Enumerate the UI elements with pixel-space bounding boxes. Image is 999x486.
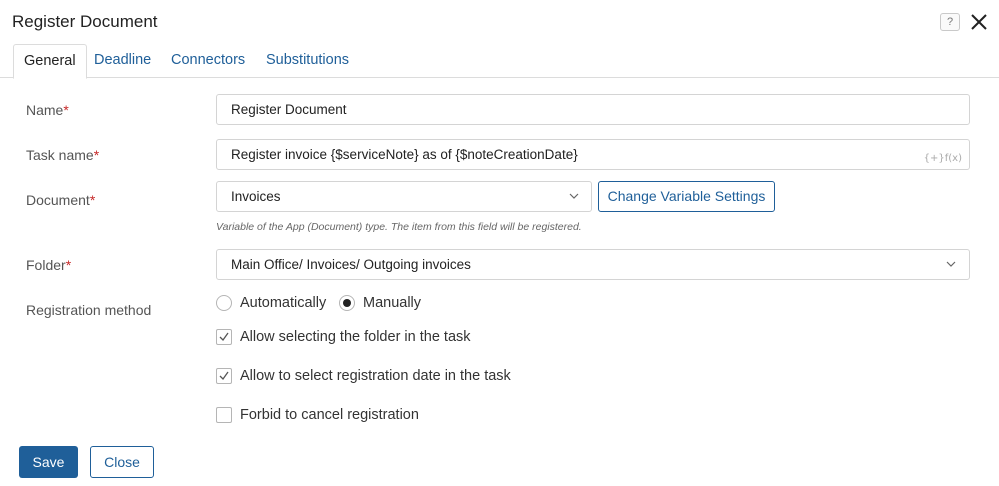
chevron-down-icon bbox=[569, 193, 579, 199]
folder-select[interactable]: Main Office/ Invoices/ Outgoing invoices bbox=[216, 249, 970, 280]
save-button[interactable]: Save bbox=[19, 446, 78, 478]
close-icon bbox=[971, 14, 987, 30]
help-icon: ? bbox=[946, 16, 954, 28]
radio-manually[interactable] bbox=[339, 295, 355, 311]
registration-method-label: Registration method bbox=[26, 302, 152, 318]
checkmark-icon bbox=[219, 332, 229, 342]
tab-substitutions[interactable]: Substitutions bbox=[256, 44, 359, 78]
required-marker: * bbox=[65, 257, 72, 273]
checkbox-allow-folder[interactable] bbox=[216, 329, 232, 345]
tab-bar: General Deadline Connectors Substitution… bbox=[0, 44, 999, 79]
document-select[interactable]: Invoices bbox=[216, 181, 592, 212]
task-name-label: Task name* bbox=[26, 147, 100, 163]
folder-select-value: Main Office/ Invoices/ Outgoing invoices bbox=[231, 257, 471, 272]
radio-automatically-label[interactable]: Automatically bbox=[240, 295, 326, 311]
checkbox-allow-date[interactable] bbox=[216, 368, 232, 384]
close-dialog-button[interactable] bbox=[968, 11, 990, 33]
change-variable-settings-button[interactable]: Change Variable Settings bbox=[598, 181, 775, 212]
required-marker: * bbox=[89, 192, 96, 208]
tab-connectors[interactable]: Connectors bbox=[161, 44, 255, 78]
checkbox-allow-date-label[interactable]: Allow to select registration date in the… bbox=[240, 368, 511, 384]
document-hint: Variable of the App (Document) type. The… bbox=[216, 221, 582, 233]
folder-label: Folder* bbox=[26, 257, 72, 273]
required-marker: * bbox=[63, 102, 69, 118]
document-select-value: Invoices bbox=[231, 189, 281, 204]
name-input[interactable]: Register Document bbox=[216, 94, 970, 125]
required-marker: * bbox=[93, 147, 100, 163]
checkbox-forbid-cancel-label[interactable]: Forbid to cancel registration bbox=[240, 407, 419, 423]
formula-icon[interactable]: {+}f(x) bbox=[924, 144, 962, 173]
document-label: Document* bbox=[26, 192, 96, 208]
checkmark-icon bbox=[219, 371, 229, 381]
tab-general[interactable]: General bbox=[13, 44, 87, 79]
dialog-title: Register Document bbox=[12, 12, 158, 31]
radio-manually-label[interactable]: Manually bbox=[363, 295, 421, 311]
task-name-value: Register invoice {$serviceNote} as of {$… bbox=[231, 147, 578, 162]
task-name-input[interactable]: Register invoice {$serviceNote} as of {$… bbox=[216, 139, 970, 170]
tab-deadline[interactable]: Deadline bbox=[84, 44, 161, 78]
help-button[interactable]: ? bbox=[940, 13, 960, 31]
checkbox-allow-folder-label[interactable]: Allow selecting the folder in the task bbox=[240, 329, 471, 345]
close-button[interactable]: Close bbox=[90, 446, 154, 478]
radio-automatically[interactable] bbox=[216, 295, 232, 311]
name-label: Name* bbox=[26, 102, 69, 118]
checkbox-forbid-cancel[interactable] bbox=[216, 407, 232, 423]
chevron-down-icon bbox=[946, 261, 956, 267]
